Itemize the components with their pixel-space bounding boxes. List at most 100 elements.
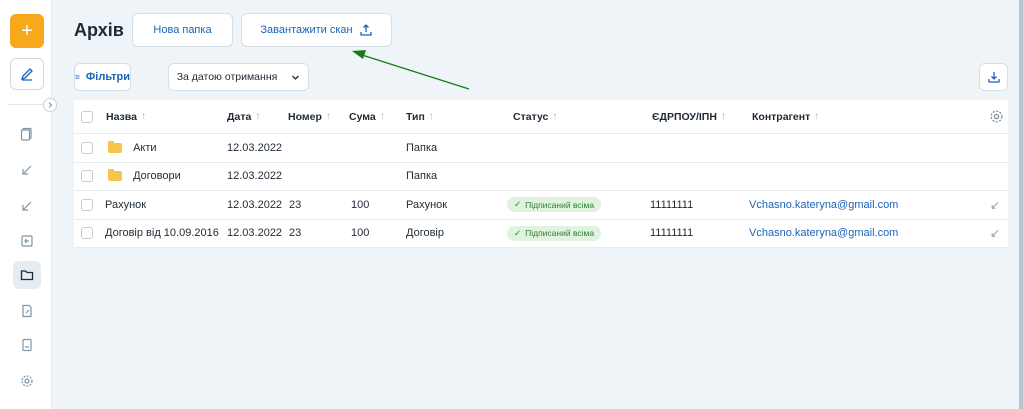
sort-arrow-icon: ↑ xyxy=(325,111,331,122)
check-icon: ✓ xyxy=(514,227,522,238)
row-counterparty[interactable]: Vchasno.kateryna@gmail.com xyxy=(749,220,898,248)
documents-table: Назва ↑ Дата ↑ Номер ↑ Сума ↑ Тип ↑ Статус ↑ Є… xyxy=(74,100,1008,248)
col-number[interactable]: Номер ↑ xyxy=(288,100,331,133)
edit-button[interactable] xyxy=(10,58,44,90)
sidebar-divider xyxy=(8,104,44,105)
pencil-icon xyxy=(20,68,33,81)
sort-label: За датою отримання xyxy=(176,71,278,83)
upload-scan-button[interactable]: Завантажити скан xyxy=(241,13,392,47)
nav-archive[interactable] xyxy=(13,261,41,289)
select-all-checkbox[interactable] xyxy=(81,100,93,133)
nav-documents[interactable] xyxy=(13,120,41,148)
col-date-label: Дата xyxy=(227,110,252,123)
sliders-icon xyxy=(75,74,80,80)
folder-icon xyxy=(108,169,122,182)
sort-arrow-icon: ↑ xyxy=(379,111,385,122)
incoming-arrow-icon: ↙ xyxy=(990,226,1001,241)
col-name-label: Назва xyxy=(106,110,137,123)
row-name[interactable]: Договір від 10.09.2016 xyxy=(105,220,219,248)
add-document-button[interactable]: + xyxy=(10,14,44,48)
row-name[interactable]: Рахунок xyxy=(105,191,146,219)
row-checkbox[interactable] xyxy=(81,163,93,191)
document-edit-icon xyxy=(22,304,32,318)
row-number: 23 xyxy=(289,227,302,240)
col-type-label: Тип xyxy=(406,110,425,123)
upload-icon xyxy=(359,24,372,36)
col-type[interactable]: Тип ↑ xyxy=(406,100,434,133)
sort-arrow-icon: ↑ xyxy=(428,111,434,122)
sort-arrow-icon: ↑ xyxy=(814,111,820,122)
row-status: ✓ Підписаний всіма xyxy=(507,220,602,248)
row-checkbox[interactable] xyxy=(81,134,93,162)
row-date: 12.03.2022 xyxy=(227,227,283,240)
folder-icon xyxy=(108,140,122,153)
sort-arrow-icon: ↑ xyxy=(552,111,558,122)
nav-incoming[interactable] xyxy=(13,156,41,184)
row-date: 12.03.2022 xyxy=(227,198,283,211)
sort-arrow-icon: ↑ xyxy=(720,111,726,122)
incoming-arrow-icon xyxy=(22,201,32,211)
table-header: Назва ↑ Дата ↑ Номер ↑ Сума ↑ Тип ↑ Статус ↑ Є… xyxy=(74,100,1008,134)
row-date: 12.03.2022 xyxy=(227,141,283,154)
row-name[interactable]: Договори xyxy=(108,163,181,191)
col-sum[interactable]: Сума ↑ xyxy=(349,100,385,133)
row-status: ✓ Підписаний всіма xyxy=(507,191,602,219)
check-icon: ✓ xyxy=(514,199,522,210)
col-counterparty-label: Контрагент xyxy=(752,110,811,123)
sidebar-collapse-button[interactable] xyxy=(43,98,57,112)
incoming-arrow-icon xyxy=(22,165,32,175)
row-name-text: Акти xyxy=(133,141,157,154)
col-edrpou-label: ЄДРПОУ/ІПН xyxy=(652,110,717,123)
download-button[interactable] xyxy=(979,63,1008,91)
page-title: Архів xyxy=(74,20,124,40)
main-content: Архів Нова папка Завантажити скан Фільтр… xyxy=(52,0,1023,409)
col-date[interactable]: Дата ↑ xyxy=(227,100,260,133)
row-checkbox[interactable] xyxy=(81,220,93,248)
status-badge: ✓ Підписаний всіма xyxy=(507,197,602,213)
table-settings-button[interactable] xyxy=(989,109,1004,127)
download-icon xyxy=(987,72,1000,83)
col-counterparty[interactable]: Контрагент ↑ xyxy=(752,100,819,133)
sidebar: + xyxy=(0,0,52,409)
row-number: 23 xyxy=(289,198,302,211)
row-sum: 100 xyxy=(351,198,370,211)
folder-icon xyxy=(20,270,34,281)
col-name[interactable]: Назва ↑ xyxy=(106,100,146,133)
new-folder-button[interactable]: Нова папка xyxy=(132,13,233,47)
row-date: 12.03.2022 xyxy=(227,170,283,183)
filters-button[interactable]: Фільтри xyxy=(74,63,131,91)
filters-label: Фільтри xyxy=(85,71,130,83)
table-row[interactable]: Акти 12.03.2022 Папка xyxy=(74,134,1008,163)
table-row[interactable]: Договори 12.03.2022 Папка xyxy=(74,163,1008,191)
col-status-label: Статус xyxy=(513,110,549,123)
row-counterparty[interactable]: Vchasno.kateryna@gmail.com xyxy=(749,191,898,219)
row-checkbox[interactable] xyxy=(81,191,93,219)
sort-select[interactable]: За датою отримання xyxy=(168,63,309,91)
col-sum-label: Сума xyxy=(349,110,376,123)
outgoing-icon xyxy=(21,235,33,247)
nav-templates[interactable] xyxy=(13,297,41,325)
row-name-text: Договори xyxy=(133,170,181,183)
row-type: Папка xyxy=(406,141,438,154)
col-status[interactable]: Статус ↑ xyxy=(513,100,557,133)
row-type: Рахунок xyxy=(406,198,448,211)
row-edrpou: 11111111 xyxy=(650,227,694,240)
sort-arrow-icon: ↑ xyxy=(255,111,261,122)
nav-internal[interactable] xyxy=(13,227,41,255)
table-row[interactable]: Рахунок 12.03.2022 23 100 Рахунок ✓ Підпи… xyxy=(74,191,1008,220)
col-number-label: Номер xyxy=(288,110,322,123)
table-row[interactable]: Договір від 10.09.2016 12.03.2022 23 100… xyxy=(74,220,1008,248)
gear-icon xyxy=(990,110,1003,123)
nav-settings[interactable] xyxy=(13,367,41,395)
row-name[interactable]: Акти xyxy=(108,134,157,162)
new-folder-label: Нова папка xyxy=(153,24,212,36)
row-edrpou: 11111111 xyxy=(650,198,694,211)
sort-arrow-icon: ↑ xyxy=(140,111,146,122)
nav-register[interactable] xyxy=(13,331,41,359)
col-edrpou[interactable]: ЄДРПОУ/ІПН ↑ xyxy=(652,100,726,133)
upload-scan-label: Завантажити скан xyxy=(260,24,353,36)
gear-icon xyxy=(21,375,33,387)
chevron-down-icon xyxy=(292,75,300,80)
scrollbar[interactable] xyxy=(1019,0,1023,409)
nav-incoming-2[interactable] xyxy=(13,192,41,220)
